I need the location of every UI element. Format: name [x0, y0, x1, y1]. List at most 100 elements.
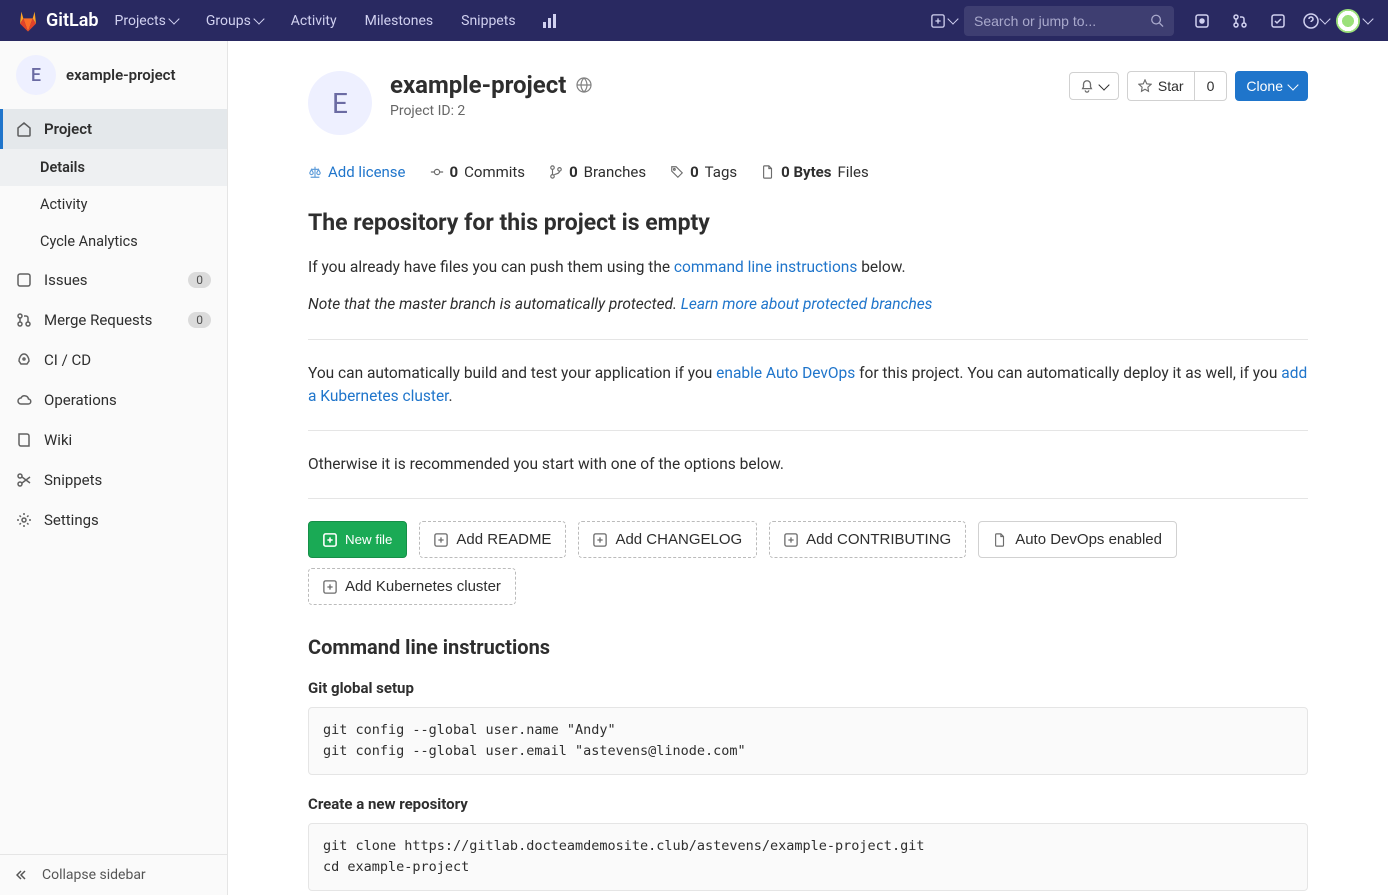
- divider: [308, 498, 1308, 499]
- star-count[interactable]: 0: [1194, 71, 1228, 101]
- scale-icon: [308, 165, 322, 179]
- notification-button[interactable]: [1069, 72, 1119, 100]
- issues-icon: [16, 272, 32, 288]
- sidebar-item-operations[interactable]: Operations: [0, 380, 227, 420]
- git-global-code: git config --global user.name "Andy" git…: [308, 707, 1308, 775]
- sidebar-sub-cycle[interactable]: Cycle Analytics: [0, 223, 227, 260]
- nav-issues-icon[interactable]: [1184, 0, 1220, 41]
- cli-heading: Command line instructions: [308, 635, 1308, 659]
- sidebar-item-issues[interactable]: Issues 0: [0, 260, 227, 300]
- chevron-down-icon: [253, 13, 264, 24]
- plus-square-icon: [784, 533, 798, 547]
- nav-snippets[interactable]: Snippets: [449, 0, 527, 41]
- nav-plus-button[interactable]: [926, 0, 962, 41]
- chevron-down-icon: [1362, 13, 1373, 24]
- files-stat[interactable]: 0 BytesFiles: [761, 163, 869, 181]
- nav-analytics-icon[interactable]: [532, 0, 568, 41]
- add-changelog-button[interactable]: Add CHANGELOG: [578, 521, 757, 558]
- commit-icon: [430, 165, 444, 179]
- clone-button[interactable]: Clone: [1235, 71, 1308, 101]
- new-file-button[interactable]: New file: [308, 521, 407, 558]
- brand-text: GitLab: [46, 10, 99, 31]
- collapse-sidebar-button[interactable]: Collapse sidebar: [0, 854, 227, 895]
- empty-p2: Note that the master branch is automatic…: [308, 293, 1308, 316]
- nav-user-menu[interactable]: [1336, 0, 1372, 41]
- sidebar-item-merge-requests[interactable]: Merge Requests 0: [0, 300, 227, 340]
- help-icon: [1303, 13, 1319, 29]
- nav-activity[interactable]: Activity: [279, 0, 349, 41]
- mr-count-badge: 0: [188, 312, 211, 328]
- enable-devops-link[interactable]: enable Auto DevOps: [716, 364, 855, 382]
- plus-square-icon: [323, 580, 337, 594]
- project-avatar-large: E: [308, 71, 372, 135]
- sidebar-item-wiki[interactable]: Wiki: [0, 420, 227, 460]
- gitlab-logo[interactable]: GitLab: [16, 9, 99, 33]
- sidebar-sub-activity[interactable]: Activity: [0, 186, 227, 223]
- chevron-down-icon: [947, 13, 958, 24]
- project-avatar: E: [16, 55, 56, 95]
- rocket-icon: [16, 352, 32, 368]
- sidebar-item-project[interactable]: Project: [0, 109, 227, 149]
- quick-actions: New file Add README Add CHANGELOG Add CO…: [308, 521, 1308, 558]
- issues-icon: [1194, 13, 1210, 29]
- sidebar-item-settings[interactable]: Settings: [0, 500, 227, 540]
- nav-milestones[interactable]: Milestones: [353, 0, 446, 41]
- plus-square-icon: [931, 14, 945, 28]
- top-navbar: GitLab Projects Groups Activity Mileston…: [0, 0, 1388, 41]
- user-avatar: [1336, 9, 1360, 33]
- chevron-down-icon: [168, 13, 179, 24]
- project-stats: Add license 0Commits 0Branches 0Tags 0 B…: [308, 163, 1308, 181]
- nav-projects[interactable]: Projects: [103, 0, 190, 41]
- collapse-icon: [16, 867, 32, 883]
- sidebar-item-snippets[interactable]: Snippets: [0, 460, 227, 500]
- sidebar: E example-project Project Details Activi…: [0, 41, 228, 895]
- commits-stat[interactable]: 0Commits: [430, 163, 526, 181]
- project-header: E example-project Project ID: 2: [308, 71, 1308, 135]
- chart-icon: [542, 13, 558, 29]
- plus-square-icon: [323, 533, 337, 547]
- home-icon: [16, 121, 32, 137]
- scissors-icon: [16, 472, 32, 488]
- sidebar-project-header[interactable]: E example-project: [0, 41, 227, 109]
- nav-help-icon[interactable]: [1298, 0, 1334, 41]
- empty-p4: Otherwise it is recommended you start wi…: [308, 453, 1308, 476]
- file-icon: [761, 165, 775, 179]
- sidebar-item-cicd[interactable]: CI / CD: [0, 340, 227, 380]
- plus-square-icon: [593, 533, 607, 547]
- search-input[interactable]: [974, 13, 1150, 29]
- add-license-link[interactable]: Add license: [308, 163, 406, 181]
- merge-request-icon: [1232, 13, 1248, 29]
- nav-todos-icon[interactable]: [1260, 0, 1296, 41]
- tags-stat[interactable]: 0Tags: [670, 163, 737, 181]
- public-icon: [576, 77, 592, 93]
- gitlab-icon: [16, 9, 40, 33]
- branch-icon: [549, 165, 563, 179]
- add-k8s-button[interactable]: Add Kubernetes cluster: [308, 568, 516, 605]
- empty-p3: You can automatically build and test you…: [308, 362, 1308, 409]
- plus-square-icon: [434, 533, 448, 547]
- add-readme-button[interactable]: Add README: [419, 521, 566, 558]
- cli-instructions-link[interactable]: command line instructions: [674, 258, 857, 276]
- star-button[interactable]: Star: [1127, 71, 1194, 101]
- issues-count-badge: 0: [188, 272, 211, 288]
- nav-groups[interactable]: Groups: [194, 0, 275, 41]
- search-icon: [1150, 13, 1164, 28]
- new-repo-code: git clone https://gitlab.docteamdemosite…: [308, 823, 1308, 891]
- main-content: E example-project Project ID: 2: [228, 41, 1388, 895]
- new-repo-heading: Create a new repository: [308, 795, 1308, 813]
- branches-stat[interactable]: 0Branches: [549, 163, 646, 181]
- empty-repo-heading: The repository for this project is empty: [308, 209, 1308, 236]
- chevron-down-icon: [1098, 79, 1109, 90]
- search-box[interactable]: [964, 6, 1174, 36]
- protected-branches-link[interactable]: Learn more about protected branches: [681, 295, 933, 313]
- chevron-down-icon: [1287, 79, 1298, 90]
- auto-devops-button[interactable]: Auto DevOps enabled: [978, 521, 1177, 558]
- star-icon: [1138, 79, 1152, 93]
- divider: [308, 339, 1308, 340]
- add-contributing-button[interactable]: Add CONTRIBUTING: [769, 521, 966, 558]
- merge-request-icon: [16, 312, 32, 328]
- file-icon: [993, 533, 1007, 547]
- nav-mr-icon[interactable]: [1222, 0, 1258, 41]
- tag-icon: [670, 165, 684, 179]
- sidebar-sub-details[interactable]: Details: [0, 149, 227, 186]
